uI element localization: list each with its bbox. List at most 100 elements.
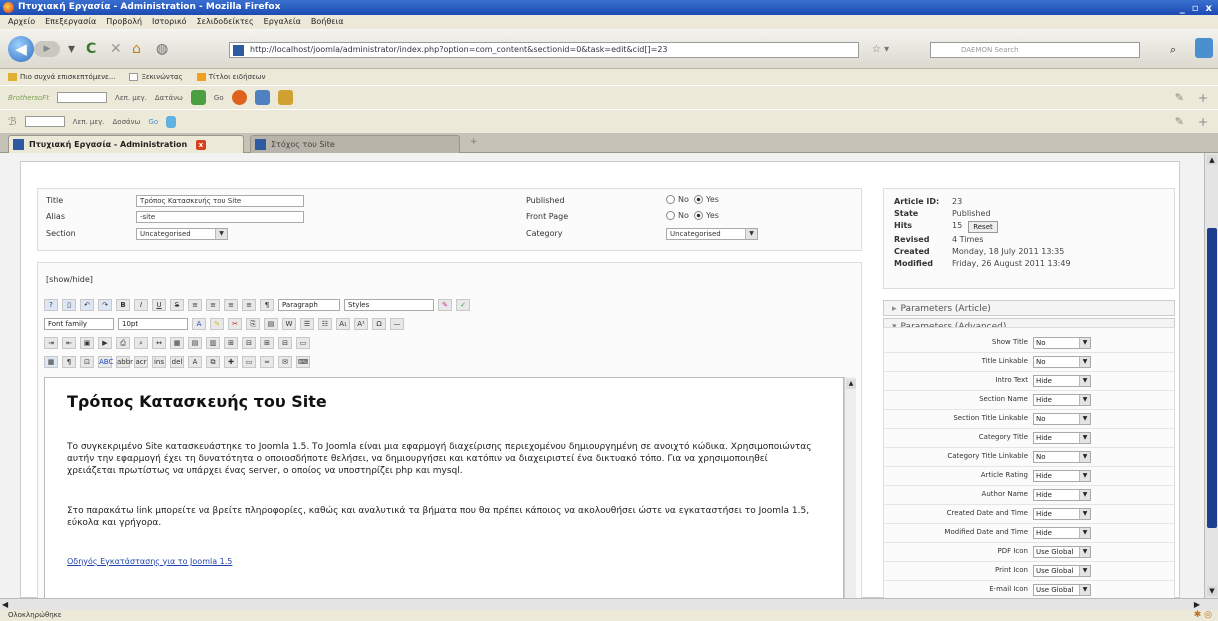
font-size-select[interactable]: 10pt <box>118 318 188 330</box>
styleprops-icon[interactable]: ¶ <box>260 299 274 311</box>
align-center-icon[interactable]: ≡ <box>206 299 220 311</box>
param-select[interactable]: Use Global ▼ <box>1033 546 1091 558</box>
frontpage-yes-radio[interactable]: Yes <box>694 211 719 220</box>
menu-edit[interactable]: Επεξεργασία <box>45 15 96 29</box>
visual-aid-icon[interactable]: ▦ <box>44 356 58 368</box>
delete-col-icon[interactable]: ⊟ <box>278 337 292 349</box>
highlight-icon[interactable]: ✎ <box>210 318 224 330</box>
table-icon[interactable]: ▦ <box>170 337 184 349</box>
back-button[interactable]: ◀ <box>8 36 34 62</box>
close-window-button[interactable]: x <box>1206 1 1212 16</box>
menu-bookmarks[interactable]: Σελιδοδείκτες <box>197 15 254 29</box>
outdent-icon[interactable]: ⇤ <box>62 337 76 349</box>
toolbar1-folder-icon[interactable] <box>277 90 293 105</box>
italic-icon[interactable]: I <box>134 299 148 311</box>
toolbar2-page-icon[interactable] <box>166 115 177 128</box>
bookmark-getting-started[interactable]: Ξεκινώντας <box>129 69 183 85</box>
undo-icon[interactable]: ↶ <box>80 299 94 311</box>
tab-site-goal[interactable]: Στόχος του Site <box>250 135 460 153</box>
hr-icon[interactable]: — <box>390 318 404 330</box>
scroll-up-icon[interactable]: ▲ <box>846 379 856 389</box>
search-icon[interactable]: ⌕ <box>1170 43 1176 57</box>
align-right-icon[interactable]: ≡ <box>224 299 238 311</box>
home-icon[interactable]: ⌂ <box>132 41 141 57</box>
scroll-right-icon[interactable]: ▶ <box>1194 600 1200 609</box>
strikethrough-icon[interactable]: S <box>170 299 184 311</box>
param-select[interactable]: Hide ▼ <box>1033 375 1091 387</box>
search-input[interactable]: DAEMON Search <box>930 42 1140 58</box>
html-source-icon[interactable]: ⌨ <box>296 356 310 368</box>
fullscreen-icon[interactable]: ⊡ <box>80 356 94 368</box>
param-select[interactable]: No ▼ <box>1033 451 1091 463</box>
new-tab-icon[interactable]: + <box>470 137 478 147</box>
resize-icon[interactable]: ✎ <box>1175 91 1184 104</box>
url-bar[interactable]: http://localhost/joomla/administrator/in… <box>229 42 859 58</box>
param-select[interactable]: Hide ▼ <box>1033 508 1091 520</box>
title-input[interactable]: Τρόπος Κατασκευής του Site <box>136 195 304 207</box>
menu-file[interactable]: Αρχείο <box>8 15 35 29</box>
bullet-list-icon[interactable]: ☰ <box>300 318 314 330</box>
section-select[interactable]: Uncategorised ▼ <box>136 228 228 240</box>
align-justify-icon[interactable]: ≡ <box>242 299 256 311</box>
font-family-select[interactable]: Font family <box>44 318 114 330</box>
bookmark-headlines[interactable]: Τίτλοι ειδήσεων <box>196 69 266 85</box>
indent-icon[interactable]: ⇥ <box>44 337 58 349</box>
menu-history[interactable]: Ιστορικό <box>152 15 187 29</box>
scroll-up-icon[interactable]: ▲ <box>1207 155 1217 165</box>
close-tab-icon[interactable]: x <box>195 140 206 150</box>
charmap-icon[interactable]: Ω <box>372 318 386 330</box>
scroll-down-icon[interactable]: ▼ <box>1207 586 1217 596</box>
param-select[interactable]: Use Global ▼ <box>1033 584 1091 596</box>
minimize-button[interactable]: _ <box>1180 1 1185 16</box>
new-document-icon[interactable]: ▯ <box>62 299 76 311</box>
cut-icon[interactable]: ✂ <box>228 318 242 330</box>
bookmark-star-icon[interactable]: ☆ ▾ <box>872 42 894 58</box>
template-icon[interactable]: ▭ <box>242 356 256 368</box>
editor-content-area[interactable]: Τρόπος Κατασκευής του Site Το συγκεκριμέ… <box>44 377 844 608</box>
brothersoft-brand[interactable]: BrothersoFt <box>8 94 49 102</box>
param-select[interactable]: Hide ▼ <box>1033 527 1091 539</box>
acronym-icon[interactable]: acr <box>134 356 148 368</box>
text-color-icon[interactable]: A <box>192 318 206 330</box>
resize-icon[interactable]: ✎ <box>1175 115 1184 128</box>
tab-administration[interactable]: Πτυχιακή Εργασία - Administration x <box>8 135 244 153</box>
align-left-icon[interactable]: ≡ <box>188 299 202 311</box>
scroll-thumb[interactable] <box>1207 228 1217 528</box>
toolbar1-label-b[interactable]: Δατάνω <box>155 94 183 102</box>
print-icon[interactable]: ⎙ <box>116 337 130 349</box>
replace-icon[interactable]: ↔ <box>152 337 166 349</box>
paste-icon[interactable]: ▤ <box>264 318 278 330</box>
param-select[interactable]: No ▼ <box>1033 356 1091 368</box>
styles-select[interactable]: Styles <box>344 299 434 311</box>
addon-status-icon[interactable]: ✱ ◎ <box>1194 610 1212 621</box>
remove-format-icon[interactable]: ✓ <box>456 299 470 311</box>
toolbar1-go[interactable]: Go <box>214 94 224 102</box>
alias-input[interactable]: -site <box>136 211 304 223</box>
row-props-icon[interactable]: ▤ <box>188 337 202 349</box>
install-guide-link[interactable]: Οδηγός Εγκατάστασης για το Joomla 1.5 <box>67 557 232 566</box>
cleanup-icon[interactable]: ✎ <box>438 299 452 311</box>
toolbar2-go[interactable]: Go <box>148 118 158 126</box>
readmore-icon[interactable]: ✉ <box>278 356 292 368</box>
param-select[interactable]: Hide ▼ <box>1033 489 1091 501</box>
menu-view[interactable]: Προβολή <box>106 15 142 29</box>
image-icon[interactable]: ▣ <box>80 337 94 349</box>
superscript-icon[interactable]: A¹ <box>354 318 368 330</box>
published-no-radio[interactable]: No <box>666 195 689 204</box>
cell-props-icon[interactable]: ▥ <box>206 337 220 349</box>
editor-scrollbar[interactable]: ▲ <box>844 377 856 608</box>
param-select[interactable]: No ▼ <box>1033 337 1091 349</box>
numbered-list-icon[interactable]: ☷ <box>318 318 332 330</box>
add-icon[interactable]: + <box>1198 91 1208 105</box>
copy-icon[interactable]: ⎘ <box>246 318 260 330</box>
maximize-button[interactable]: ▫ <box>1192 1 1199 16</box>
param-select[interactable]: Hide ▼ <box>1033 432 1091 444</box>
help-icon[interactable]: ? <box>44 299 58 311</box>
merge-cells-icon[interactable]: ▭ <box>296 337 310 349</box>
reset-hits-button[interactable]: Reset <box>968 221 998 233</box>
menu-tools[interactable]: Εργαλεία <box>264 15 301 29</box>
toolbar1-circle-icon[interactable] <box>231 90 247 105</box>
page-horizontal-scrollbar[interactable]: ◀ ▶ <box>0 598 1218 610</box>
toolbar2-logo-icon[interactable]: ℬ <box>8 115 17 128</box>
toolbar1-app-icon[interactable] <box>190 90 206 105</box>
